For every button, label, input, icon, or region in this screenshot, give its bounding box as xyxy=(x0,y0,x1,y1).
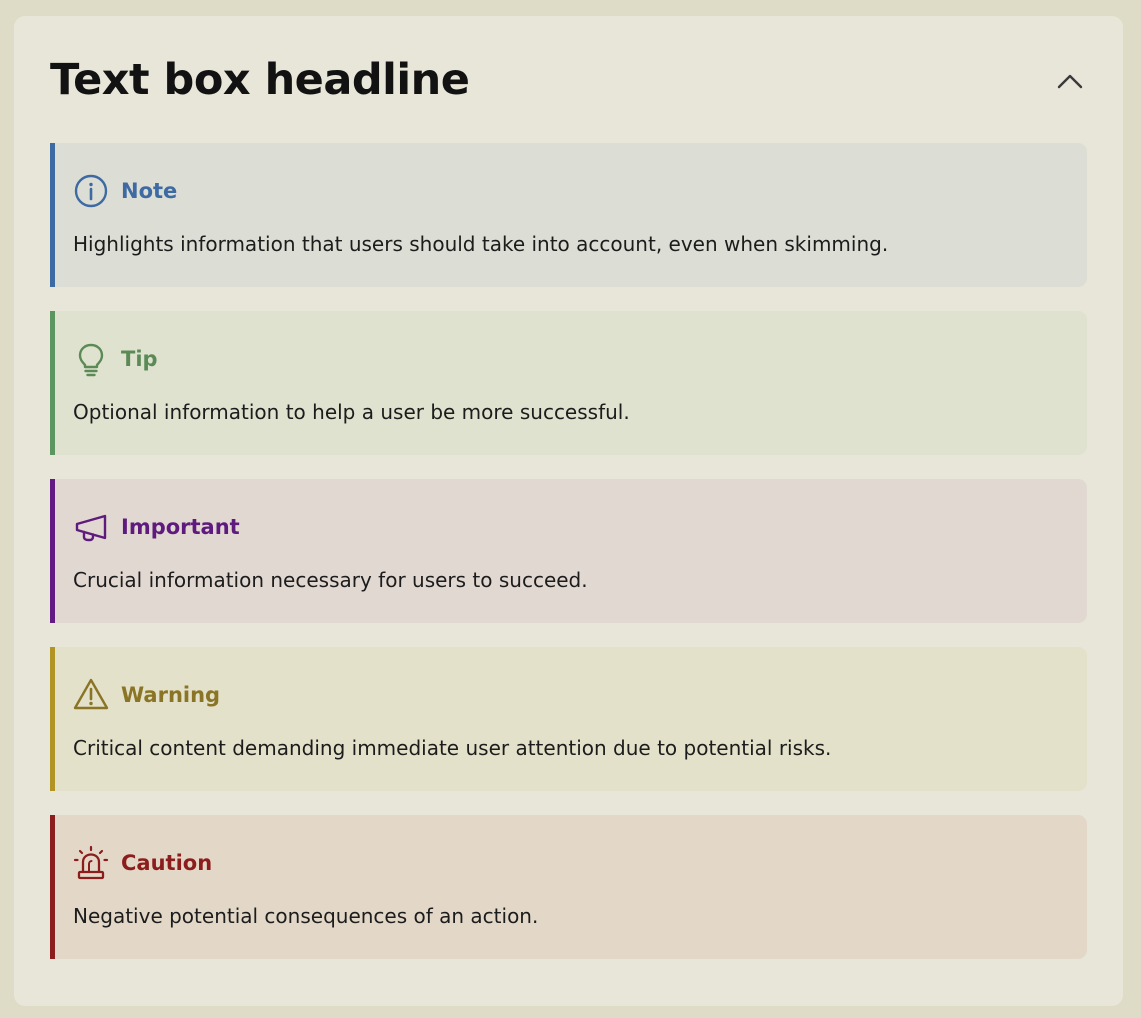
text-box-panel: Text box headline Note Highlights inform… xyxy=(14,16,1123,1006)
callout-tip: Tip Optional information to help a user … xyxy=(50,311,1087,455)
callout-title: Caution xyxy=(121,851,213,875)
callout-title: Tip xyxy=(121,347,158,371)
panel-header: Text box headline xyxy=(50,52,1087,112)
chevron-up-icon xyxy=(1057,74,1083,89)
callout-header: Tip xyxy=(73,341,158,377)
siren-icon xyxy=(73,845,109,881)
callout-text: Critical content demanding immediate use… xyxy=(73,736,832,760)
callout-text: Crucial information necessary for users … xyxy=(73,568,588,592)
callout-title: Note xyxy=(121,179,178,203)
info-icon xyxy=(73,173,109,209)
callout-important: Important Crucial information necessary … xyxy=(50,479,1087,623)
callout-header: Important xyxy=(73,510,240,544)
callout-text: Negative potential consequences of an ac… xyxy=(73,904,539,928)
callout-title: Important xyxy=(121,515,240,539)
callout-note: Note Highlights information that users s… xyxy=(50,143,1087,287)
collapse-button[interactable] xyxy=(1055,66,1085,96)
lightbulb-icon xyxy=(73,341,109,377)
callout-text: Optional information to help a user be m… xyxy=(73,400,630,424)
callout-text: Highlights information that users should… xyxy=(73,232,889,256)
callout-list: Note Highlights information that users s… xyxy=(50,143,1087,983)
warning-triangle-icon xyxy=(73,677,109,713)
callout-header: Note xyxy=(73,174,177,208)
megaphone-icon xyxy=(73,509,109,545)
callout-header: Warning xyxy=(73,678,220,712)
callout-caution: Caution Negative potential consequences … xyxy=(50,815,1087,959)
callout-header: Caution xyxy=(73,845,213,881)
panel-title: Text box headline xyxy=(50,55,470,105)
callout-warning: Warning Critical content demanding immed… xyxy=(50,647,1087,791)
callout-title: Warning xyxy=(121,683,221,707)
